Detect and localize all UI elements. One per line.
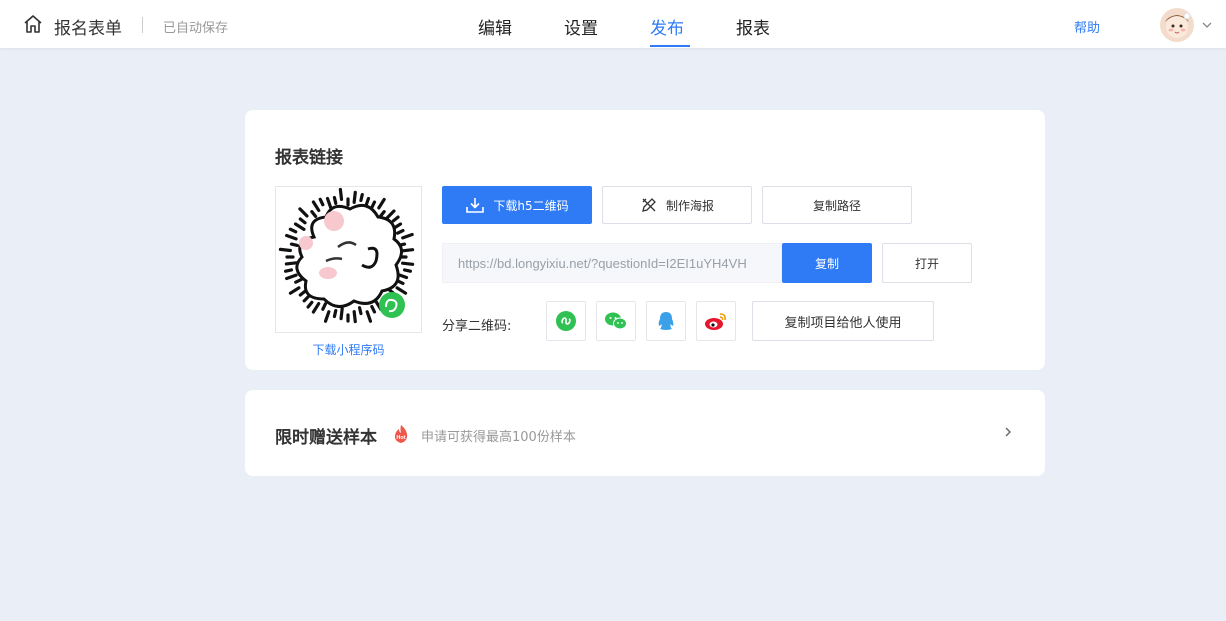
code-dash (298, 289, 307, 297)
mini-program-code (275, 186, 422, 333)
code-dash (325, 196, 333, 210)
code-dash (284, 268, 294, 273)
download-h5-qr-label: 下载h5二维码 (493, 198, 569, 213)
code-dash (298, 207, 309, 218)
download-miniprogram-code-link[interactable]: 下载小程序码 (275, 341, 422, 358)
tab-edit[interactable]: 编辑 (478, 14, 512, 39)
code-dash (318, 197, 325, 207)
code-dash (370, 304, 377, 314)
code-dash (385, 209, 396, 220)
copy-url-button[interactable]: 复制 (782, 243, 872, 283)
code-dash (338, 187, 344, 201)
code-dash (289, 242, 299, 248)
share-miniprogram-button[interactable] (546, 301, 586, 341)
hot-badge-text: Hot (396, 435, 405, 441)
code-dash (395, 228, 405, 235)
code-dash (332, 195, 338, 205)
card-title: 报表链接 (275, 148, 343, 168)
code-dash (284, 261, 298, 266)
link-card: 报表链接 下载小程序码 下载h5二维码 制作海报 复制路径 https://bd… (245, 110, 1045, 370)
code-dash (401, 261, 415, 266)
tab-publish[interactable]: 发布 (650, 14, 684, 39)
code-dash (357, 306, 363, 316)
open-url-button[interactable]: 打开 (882, 243, 972, 283)
tab-report[interactable]: 报表 (736, 14, 770, 39)
code-dash (402, 268, 412, 273)
make-poster-button[interactable]: 制作海报 (602, 186, 752, 224)
copy-project-button[interactable]: 复制项目给他人使用 (752, 301, 934, 341)
code-dash (311, 301, 321, 314)
sample-title: 限时赠送样本 (275, 428, 377, 448)
free-sample-card[interactable]: 限时赠送样本 Hot 申请可获得最高100份样本 (245, 390, 1045, 476)
title-divider (142, 17, 143, 33)
code-dash (339, 307, 344, 321)
code-dash (298, 217, 307, 225)
save-status: 已自动保存 (163, 21, 229, 36)
app-title: 报名表单 (54, 19, 122, 39)
sample-description: 申请可获得最高100份样本 (421, 430, 576, 445)
code-dash (293, 222, 306, 231)
hot-flame-icon: Hot (394, 425, 408, 443)
code-dash (288, 286, 301, 295)
code-dash (285, 273, 298, 281)
download-icon (466, 198, 485, 213)
code-dash (306, 300, 314, 309)
active-tab-indicator (650, 45, 690, 47)
code-dash (359, 193, 364, 203)
code-dash (285, 233, 298, 241)
code-dash (352, 190, 357, 204)
code-dash (365, 310, 373, 323)
code-dash (395, 286, 408, 295)
code-dash (332, 309, 338, 319)
share-weibo-button[interactable] (696, 301, 736, 341)
home-icon[interactable] (22, 13, 44, 35)
code-dash (352, 310, 357, 324)
share-qq-button[interactable] (646, 301, 686, 341)
top-bar: 报名表单 已自动保存 编辑 设置 发布 报表 帮助 (0, 0, 1226, 48)
code-dash (323, 310, 331, 323)
code-dash (378, 210, 386, 218)
qq-icon (658, 312, 674, 330)
pencil-ruler-icon (642, 198, 656, 212)
code-dash (391, 215, 400, 223)
code-dash (288, 227, 298, 234)
avatar[interactable] (1160, 8, 1194, 42)
share-url-field[interactable] (442, 243, 782, 283)
code-dash (377, 197, 386, 210)
chevron-right-icon[interactable] (1001, 425, 1015, 439)
miniprogram-icon (556, 311, 576, 331)
download-h5-qr-button[interactable]: 下载h5二维码 (442, 186, 592, 224)
share-qr-label: 分享二维码: (442, 319, 512, 334)
code-dash (401, 248, 415, 253)
chevron-down-icon[interactable] (1200, 18, 1214, 32)
wechat-icon (605, 312, 627, 330)
tab-settings[interactable]: 设置 (564, 14, 598, 39)
code-dash (310, 210, 318, 218)
share-wechat-button[interactable] (596, 301, 636, 341)
code-dash (294, 277, 303, 284)
code-dash (321, 302, 328, 311)
copy-path-button[interactable]: 复制路径 (762, 186, 912, 224)
weibo-icon (705, 313, 726, 330)
help-link[interactable]: 帮助 (1074, 17, 1100, 36)
code-dash (401, 232, 414, 240)
code-dash (278, 247, 292, 253)
code-dash (370, 200, 377, 210)
code-dash (311, 200, 321, 213)
make-poster-label: 制作海报 (665, 198, 714, 213)
